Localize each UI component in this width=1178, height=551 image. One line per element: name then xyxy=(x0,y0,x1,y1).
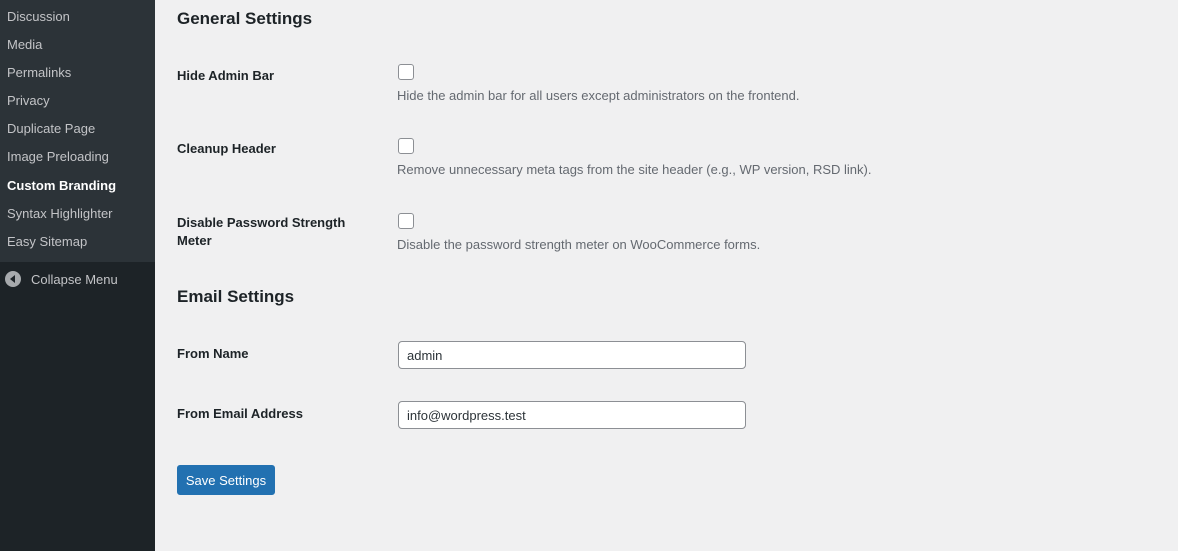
hide-admin-bar-checkbox[interactable] xyxy=(398,64,414,80)
disable-password-strength-checkbox[interactable] xyxy=(398,213,414,229)
sidebar-item-syntax-highlighter[interactable]: Syntax Highlighter xyxy=(7,206,113,221)
collapse-menu-label: Collapse Menu xyxy=(31,271,118,287)
collapse-arrow-icon xyxy=(5,271,21,287)
cleanup-header-label: Cleanup Header xyxy=(177,141,276,156)
sidebar-item-discussion[interactable]: Discussion xyxy=(7,9,70,24)
sidebar-item-custom-branding[interactable]: Custom Branding xyxy=(7,178,116,193)
cleanup-header-checkbox[interactable] xyxy=(398,138,414,154)
disable-password-strength-label: Disable Password Strength Meter xyxy=(177,215,346,248)
sidebar-item-easy-sitemap[interactable]: Easy Sitemap xyxy=(7,234,87,249)
collapse-menu-button[interactable]: Collapse Menu xyxy=(5,271,118,287)
email-settings-heading: Email Settings xyxy=(177,287,295,306)
disable-password-strength-description: Disable the password strength meter on W… xyxy=(397,237,761,252)
hide-admin-bar-label: Hide Admin Bar xyxy=(177,68,275,83)
general-settings-heading: General Settings xyxy=(177,9,313,28)
from-name-input[interactable] xyxy=(398,341,746,369)
sidebar-item-privacy[interactable]: Privacy xyxy=(7,93,50,108)
settings-submenu: Discussion Media Permalinks Privacy Dupl… xyxy=(0,0,155,262)
from-email-label: From Email Address xyxy=(177,406,303,421)
from-name-label: From Name xyxy=(177,346,249,361)
sidebar-item-image-preloading[interactable]: Image Preloading xyxy=(7,149,109,164)
cleanup-header-description: Remove unnecessary meta tags from the si… xyxy=(397,162,872,177)
sidebar-item-permalinks[interactable]: Permalinks xyxy=(7,65,71,80)
sidebar-item-duplicate-page[interactable]: Duplicate Page xyxy=(7,121,95,136)
from-email-input[interactable] xyxy=(398,401,746,429)
sidebar-item-media[interactable]: Media xyxy=(7,37,42,52)
save-settings-button[interactable]: Save Settings xyxy=(177,465,275,495)
settings-content: General Settings Hide Admin Bar Hide the… xyxy=(155,0,1178,551)
admin-sidebar: Discussion Media Permalinks Privacy Dupl… xyxy=(0,0,155,551)
hide-admin-bar-description: Hide the admin bar for all users except … xyxy=(397,88,800,103)
